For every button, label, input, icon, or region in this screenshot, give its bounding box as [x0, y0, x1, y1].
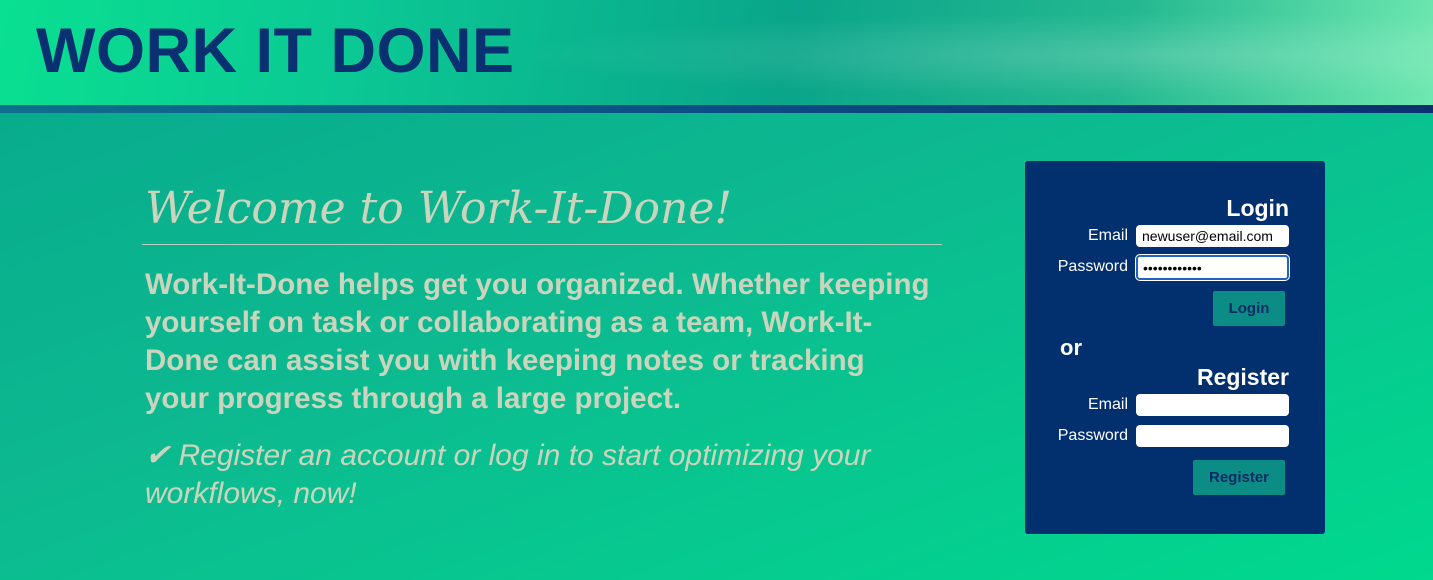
register-button[interactable]: Register [1193, 460, 1285, 495]
header-divider [0, 105, 1433, 113]
register-password-input[interactable] [1136, 425, 1289, 447]
register-password-label: Password [1057, 427, 1128, 444]
login-button[interactable]: Login [1213, 291, 1285, 326]
login-email-label: Email [1087, 227, 1128, 244]
intro-section: Welcome to Work-It-Done! Work-It-Done he… [142, 180, 942, 513]
or-separator: or [1060, 335, 1082, 360]
login-password-input[interactable] [1136, 255, 1289, 280]
site-header: WORK IT DONE [0, 0, 1433, 105]
login-password-label: Password [1057, 258, 1128, 275]
login-email-input[interactable] [1136, 225, 1289, 247]
login-heading: Login [1226, 195, 1289, 221]
intro-call-to-action: ✔ Register an account or log in to start… [145, 439, 871, 510]
register-heading: Register [1196, 364, 1289, 390]
intro-description: Work-It-Done helps get you organized. Wh… [145, 268, 930, 415]
register-email-label: Email [1087, 396, 1128, 413]
auth-panel: Login Email Password Login or Register E… [1025, 161, 1325, 534]
site-logo-title: WORK IT DONE [36, 16, 515, 86]
register-email-input[interactable] [1136, 394, 1289, 416]
welcome-heading: Welcome to Work-It-Done! [142, 180, 942, 245]
